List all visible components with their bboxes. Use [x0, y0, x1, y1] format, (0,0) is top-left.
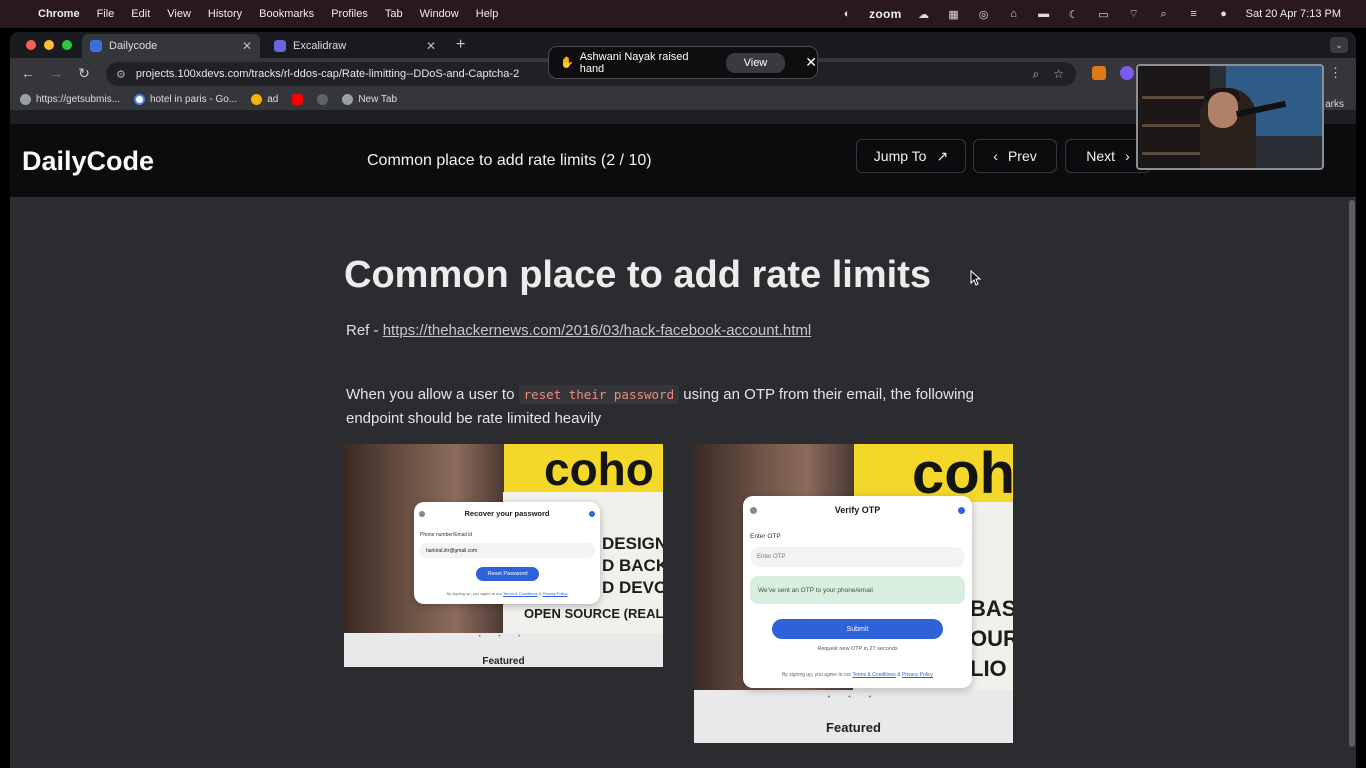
minimize-window-button[interactable] [44, 40, 54, 50]
hand-icon [251, 93, 263, 105]
tab-title: Dailycode [109, 40, 158, 52]
bookmark-star-icon[interactable]: ☆ [1053, 67, 1064, 82]
bookmark-getsubmis[interactable]: https://getsubmis... [20, 93, 120, 105]
menu-window[interactable]: Window [420, 8, 459, 20]
menu-bookmarks[interactable]: Bookmarks [259, 8, 314, 20]
bookmark-settings[interactable] [317, 93, 329, 105]
weather-icon[interactable]: ☁ [916, 8, 932, 21]
reference-line: Ref - https://thehackernews.com/2016/03/… [346, 322, 811, 339]
close-notification-icon[interactable]: ✕ [805, 54, 817, 71]
reload-icon[interactable]: ↻ [70, 65, 98, 82]
lock-icon[interactable]: ⌂ [1006, 8, 1022, 20]
raised-hand-notification: ✋ Ashwani Nayak raised hand View ✕ [548, 46, 818, 79]
notification-text: Ashwani Nayak raised hand [579, 50, 689, 75]
site-info-icon[interactable]: ⚙ [116, 68, 126, 81]
wifi-icon[interactable]: ⌔ [1126, 8, 1142, 20]
excalidraw-favicon-icon [274, 40, 286, 52]
arrow-up-right-icon: ↗ [936, 147, 949, 164]
youtube-icon [292, 93, 304, 105]
menu-history[interactable]: History [208, 8, 242, 20]
dailycode-favicon-icon [90, 40, 102, 52]
jump-to-button[interactable]: Jump To ↗ [856, 139, 966, 173]
view-button[interactable]: View [725, 52, 786, 73]
site-logo[interactable]: DailyCode [22, 146, 154, 177]
fullscreen-window-button[interactable] [62, 40, 72, 50]
siri-icon[interactable]: ● [1216, 8, 1232, 20]
zoom-status-item[interactable]: zoom [869, 7, 902, 21]
chrome-menu-icon[interactable]: ⋮ [1329, 65, 1342, 81]
google-icon [133, 93, 145, 105]
menu-profiles[interactable]: Profiles [331, 8, 368, 20]
menu-view[interactable]: View [167, 8, 191, 20]
chevron-left-icon: ‹ [993, 148, 998, 164]
settings-icon [317, 93, 329, 105]
menu-app-name[interactable]: Chrome [38, 8, 80, 20]
keyboard-icon[interactable]: ▬ [1036, 8, 1052, 20]
bookmark-ad[interactable]: ad [251, 93, 278, 105]
verify-otp-screenshot: coh BASI OURO LIO P • • • Featured Verif… [694, 444, 1013, 743]
screen-share-icon[interactable]: ◐ [839, 8, 855, 20]
page-scrollbar[interactable] [1348, 198, 1356, 768]
menu-help[interactable]: Help [476, 8, 499, 20]
globe-icon [342, 93, 354, 105]
menu-file[interactable]: File [97, 8, 115, 20]
back-icon[interactable]: ← [14, 65, 42, 81]
header-lesson-title: Common place to add rate limits (2 / 10) [367, 152, 652, 169]
close-window-button[interactable] [26, 40, 36, 50]
page-viewport: DailyCode Common place to add rate limit… [10, 124, 1356, 768]
bookmark-hotel-paris[interactable]: hotel in paris - Go... [133, 93, 237, 105]
verify-otp-modal: Verify OTP Enter OTP Enter OTP We've sen… [743, 496, 972, 688]
menu-datetime[interactable]: Sat 20 Apr 7:13 PM [1246, 8, 1341, 20]
ref-prefix: Ref - [346, 322, 383, 339]
mouse-cursor-icon [970, 270, 982, 286]
scrollbar-thumb[interactable] [1349, 200, 1355, 747]
tab-excalidraw[interactable]: Excalidraw ✕ [266, 34, 444, 58]
reference-link[interactable]: https://thehackernews.com/2016/03/hack-f… [383, 322, 812, 339]
grid-icon[interactable]: ▦ [946, 8, 962, 21]
prev-button[interactable]: ‹ Prev [973, 139, 1057, 173]
recover-password-screenshot: coho DESIGN D BACKEN D DEVOP OPEN SOURCE… [344, 444, 663, 667]
bookmark-new-tab[interactable]: New Tab [342, 93, 397, 105]
search-icon[interactable]: ⌕ [1156, 8, 1172, 20]
raised-hand-icon: ✋ [560, 57, 574, 69]
tab-dailycode[interactable]: Dailycode ✕ [82, 34, 260, 58]
window-controls [26, 40, 72, 50]
inline-code: reset their password [518, 385, 680, 404]
tab-search-icon[interactable]: ⌄ [1330, 37, 1348, 53]
menu-tab[interactable]: Tab [385, 8, 403, 20]
banner-word: coho [544, 444, 654, 495]
chevron-right-icon: › [1125, 148, 1130, 164]
vpn-icon[interactable]: ◎ [976, 8, 992, 21]
zoom-page-icon[interactable]: ⌕ [1033, 67, 1040, 82]
control-center-icon[interactable]: ≡ [1186, 8, 1202, 20]
forward-icon[interactable]: → [42, 65, 70, 81]
tab-title: Excalidraw [293, 40, 347, 52]
globe-icon [20, 93, 31, 105]
article-heading: Common place to add rate limits [344, 254, 931, 296]
extension-icon[interactable] [1120, 66, 1134, 80]
video-call-thumbnail[interactable] [1136, 64, 1324, 170]
close-tab-icon[interactable]: ✕ [242, 39, 252, 53]
close-tab-icon[interactable]: ✕ [426, 39, 436, 53]
bookmark-youtube[interactable] [292, 93, 304, 105]
menu-edit[interactable]: Edit [131, 8, 150, 20]
moon-icon[interactable]: ☾ [1066, 8, 1082, 21]
all-bookmarks-label[interactable]: arks [1325, 99, 1344, 110]
article-paragraph: When you allow a user to reset their pas… [346, 385, 974, 427]
battery-icon[interactable]: ▭ [1096, 8, 1112, 21]
macos-menu-bar: Chrome File Edit View History Bookmarks … [0, 0, 1366, 28]
metamask-extension-icon[interactable] [1092, 66, 1106, 80]
new-tab-icon[interactable]: + [456, 36, 465, 54]
recover-password-modal: Recover your password Phone number/Email… [414, 502, 600, 604]
url-text: projects.100xdevs.com/tracks/rl-ddos-cap… [135, 68, 520, 80]
